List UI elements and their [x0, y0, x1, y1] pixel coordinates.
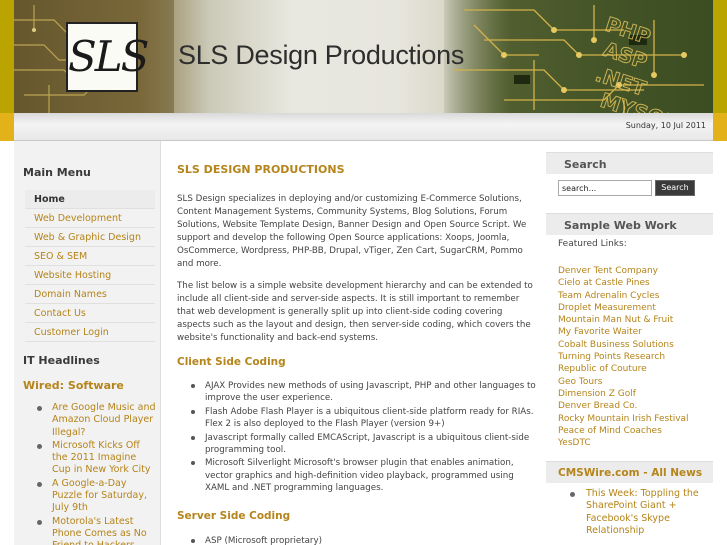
sample-work-title: Sample Web Work: [564, 219, 677, 232]
hierarchy-paragraph: The list below is a simple website devel…: [177, 281, 533, 344]
current-date: Sunday, 10 Jul 2011: [625, 121, 706, 130]
site-title: SLS Design Productions: [178, 40, 465, 70]
menu-item-seo-sem[interactable]: SEO & SEM: [25, 247, 155, 266]
sample-work-link[interactable]: Peace of Mind Coaches: [558, 425, 708, 437]
client-side-heading: Client Side Coding: [177, 356, 286, 368]
header-banner: PHP ASP .NET MYSQL SLS SLS Design Produc…: [0, 0, 727, 113]
menu-item-customer-login[interactable]: Customer Login: [25, 323, 155, 342]
sample-work-link[interactable]: Turning Points Research: [558, 351, 708, 363]
cmswire-title[interactable]: CMSWire.com - All News: [558, 467, 702, 479]
cmswire-header: CMSWire.com - All News: [546, 461, 713, 483]
page: PHP ASP .NET MYSQL SLS SLS Design Produc…: [0, 0, 727, 545]
server-side-heading: Server Side Coding: [177, 510, 291, 522]
client-side-list: AJAX Provides new methods of using Javas…: [191, 380, 536, 496]
search-button[interactable]: Search: [655, 180, 695, 196]
intro-paragraph: SLS Design specializes in deploying and/…: [177, 194, 527, 270]
page-margin-left: [0, 141, 14, 545]
headline-link[interactable]: Are Google Music and Amazon Cloud Player…: [34, 402, 156, 439]
headline-list: Are Google Music and Amazon Cloud Player…: [34, 402, 156, 545]
date-bar: [0, 113, 727, 141]
sample-work-list: Denver Tent Company Cielo at Castle Pine…: [558, 265, 708, 449]
sample-work-link[interactable]: Republic of Couture: [558, 363, 708, 375]
left-sidebar: Main Menu Home Web Development Web & Gra…: [14, 141, 161, 545]
sample-work-link[interactable]: YesDTC: [558, 437, 708, 449]
menu-item-web-graphic-design[interactable]: Web & Graphic Design: [25, 228, 155, 247]
search-input[interactable]: [558, 180, 652, 196]
main-menu-title: Main Menu: [23, 166, 91, 179]
server-side-list: ASP (Microsoft proprietary): [191, 535, 536, 545]
headline-link[interactable]: Microsoft Kicks Off the 2011 Imagine Cup…: [34, 440, 156, 477]
logo-text: SLS: [68, 32, 149, 81]
list-item: Microsoft Silverlight Microsoft's browse…: [191, 457, 536, 494]
menu-item-web-development[interactable]: Web Development: [25, 209, 155, 228]
page-margin-right: [713, 141, 727, 545]
sample-work-link[interactable]: Mountain Man Nut & Fruit: [558, 314, 708, 326]
list-item: AJAX Provides new methods of using Javas…: [191, 380, 536, 405]
it-headlines-title: IT Headlines: [23, 354, 100, 367]
headline-link[interactable]: A Google-a-Day Puzzle for Saturday, July…: [34, 478, 156, 515]
sample-work-link[interactable]: Denver Bread Co.: [558, 400, 708, 412]
sample-work-link[interactable]: Cobalt Business Solutions: [558, 339, 708, 351]
main-content: SLS DESIGN PRODUCTIONS SLS Design specia…: [161, 141, 546, 545]
menu-item-home[interactable]: Home: [25, 190, 155, 209]
date-bar-edge-left: [0, 113, 14, 141]
headline-link[interactable]: Motorola's Latest Phone Comes as No Frie…: [34, 516, 156, 545]
sample-work-link[interactable]: Dimension Z Golf: [558, 388, 708, 400]
sample-work-link[interactable]: Denver Tent Company: [558, 265, 708, 277]
sample-work-link[interactable]: My Favorite Waiter: [558, 326, 708, 338]
circuit-board-right-graphic: PHP ASP .NET MYSQL: [444, 0, 713, 113]
sample-work-header: Sample Web Work: [546, 213, 713, 235]
sample-work-link[interactable]: Cielo at Castle Pines: [558, 277, 708, 289]
right-sidebar: Search Search Sample Web Work Featured L…: [546, 141, 713, 545]
search-title: Search: [564, 158, 607, 171]
search-header: Search: [546, 152, 713, 174]
header-image: PHP ASP .NET MYSQL SLS SLS Design Produc…: [14, 0, 713, 113]
list-item: ASP (Microsoft proprietary): [191, 535, 536, 545]
wired-software-title[interactable]: Wired: Software: [23, 379, 124, 392]
list-item: Javascript formally called EMCAScript, J…: [191, 432, 536, 457]
page-title: SLS DESIGN PRODUCTIONS: [177, 163, 345, 176]
date-bar-edge-right: [713, 113, 727, 141]
sample-work-link[interactable]: Droplet Measurement: [558, 302, 708, 314]
sample-work-link[interactable]: Rocky Mountain Irish Festival: [558, 413, 708, 425]
featured-links-label: Featured Links:: [558, 239, 627, 249]
list-item: Flash Adobe Flash Player is a ubiquitous…: [191, 406, 536, 431]
menu-item-contact-us[interactable]: Contact Us: [25, 304, 155, 323]
sample-work-link[interactable]: Geo Tours: [558, 376, 708, 388]
news-link[interactable]: This Week: Toppling the SharePoint Giant…: [566, 488, 711, 537]
logo[interactable]: SLS: [66, 22, 149, 92]
main-menu: Home Web Development Web & Graphic Desig…: [25, 190, 155, 342]
menu-item-website-hosting[interactable]: Website Hosting: [25, 266, 155, 285]
sample-work-link[interactable]: Team Adrenalin Cycles: [558, 290, 708, 302]
menu-item-domain-names[interactable]: Domain Names: [25, 285, 155, 304]
cmswire-news-list: This Week: Toppling the SharePoint Giant…: [566, 488, 711, 537]
